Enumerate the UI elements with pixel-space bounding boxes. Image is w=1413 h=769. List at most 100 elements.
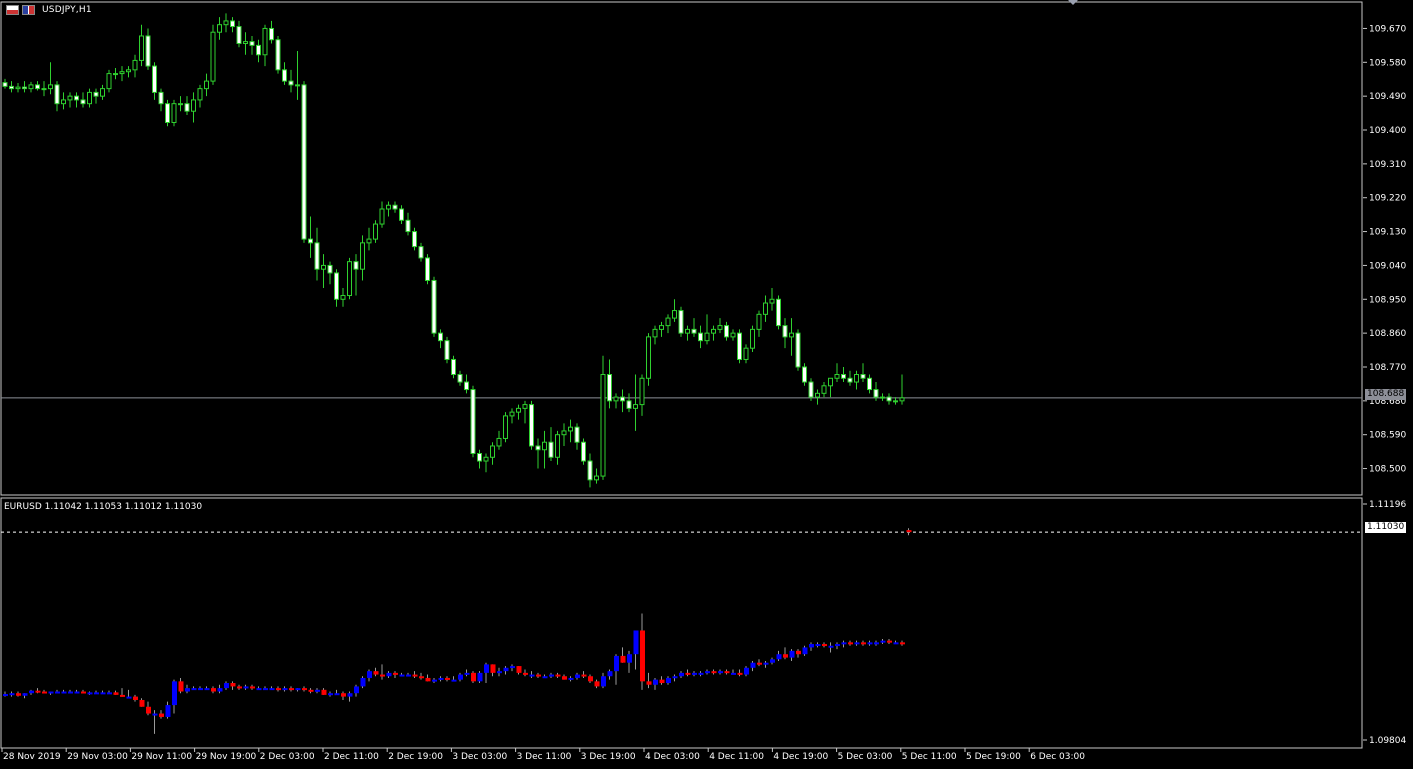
candle-body bbox=[334, 693, 340, 696]
candle-body bbox=[542, 441, 547, 451]
candle-body bbox=[899, 397, 905, 402]
sub-chart-title: EURUSD 1.11042 1.11053 1.11012 1.11030 bbox=[4, 502, 203, 512]
candle-body bbox=[22, 86, 27, 90]
candle-body bbox=[217, 24, 222, 33]
candle-body bbox=[425, 257, 430, 281]
candle-body bbox=[347, 261, 352, 297]
candle-body bbox=[614, 655, 619, 672]
candle-body bbox=[750, 662, 756, 668]
candle-body bbox=[15, 86, 21, 90]
sub-bid-price-tag: 1.11030 bbox=[1365, 522, 1407, 533]
chart-canvas[interactable]: 109.670 109.580 109.490 109.400 109.310 109.2… bbox=[0, 0, 1413, 765]
candle-body bbox=[41, 88, 47, 91]
candle-body bbox=[808, 381, 814, 398]
candle-body bbox=[782, 325, 788, 338]
candle-body bbox=[821, 385, 827, 394]
candle-body bbox=[178, 681, 184, 692]
candle-body bbox=[822, 644, 827, 647]
candle-body bbox=[380, 674, 385, 677]
candle-body bbox=[341, 693, 346, 697]
candle-body bbox=[834, 374, 840, 379]
candle-body bbox=[28, 84, 34, 90]
candle-body bbox=[516, 407, 521, 413]
candle-body bbox=[55, 691, 60, 694]
y-tick-label: 108.500 bbox=[1369, 465, 1406, 475]
y-tick-label: 109.490 bbox=[1369, 92, 1406, 102]
trading-chart[interactable]: 109.670 109.580 109.490 109.400 109.310 109.2… bbox=[0, 0, 1413, 765]
candle-body bbox=[412, 674, 418, 677]
candle-body bbox=[457, 374, 463, 383]
candle-body bbox=[601, 676, 606, 687]
y-tick-label: 109.400 bbox=[1369, 126, 1406, 136]
y-tick-label: 109.220 bbox=[1369, 194, 1406, 204]
candle-body bbox=[282, 688, 288, 691]
candle-body bbox=[243, 41, 248, 44]
candle-body bbox=[718, 671, 723, 674]
x-tick-label: 5 Dec 03:00 bbox=[838, 752, 893, 762]
y-tick-label: 1.09804 bbox=[1369, 736, 1406, 746]
x-tick-label: 4 Dec 11:00 bbox=[709, 752, 764, 762]
candle-body bbox=[731, 672, 736, 675]
candle-body bbox=[204, 688, 210, 691]
candle-body bbox=[640, 630, 645, 682]
candle-body bbox=[769, 298, 775, 304]
candle-body bbox=[672, 310, 677, 319]
candle-body bbox=[191, 688, 197, 691]
candle-body bbox=[776, 654, 782, 660]
candle-body bbox=[717, 325, 723, 330]
candle-body bbox=[561, 430, 567, 436]
x-tick-label: 4 Dec 03:00 bbox=[645, 752, 700, 762]
candle-body bbox=[146, 706, 151, 714]
candle-body bbox=[860, 374, 866, 379]
x-tick-label: 5 Dec 19:00 bbox=[966, 752, 1021, 762]
candle-body bbox=[94, 692, 99, 695]
candle-body bbox=[445, 677, 450, 680]
candle-body bbox=[366, 238, 372, 244]
candle-body bbox=[523, 672, 528, 675]
candle-body bbox=[308, 238, 313, 244]
candle-body bbox=[120, 694, 125, 697]
candle-body bbox=[535, 445, 541, 451]
sub-panel-frame bbox=[0, 497, 1363, 749]
candle-body bbox=[757, 662, 762, 665]
candle-body bbox=[74, 95, 79, 101]
shift-marker-icon[interactable] bbox=[1068, 0, 1078, 5]
candle-body bbox=[360, 677, 366, 687]
candle-body bbox=[405, 219, 411, 233]
main-chart-title: USDJPY,H1 bbox=[42, 5, 92, 15]
candle-body bbox=[711, 328, 716, 334]
candle-body bbox=[230, 20, 235, 28]
candle-body bbox=[152, 713, 158, 716]
candle-body bbox=[289, 688, 294, 691]
candle-body bbox=[386, 672, 392, 677]
candle-body bbox=[477, 453, 482, 462]
candle-body bbox=[230, 683, 236, 687]
candle-body bbox=[321, 264, 326, 270]
candle-body bbox=[354, 686, 359, 694]
candle-body bbox=[393, 672, 398, 675]
candle-body bbox=[418, 246, 424, 259]
candle-body bbox=[639, 377, 645, 406]
candle-body bbox=[698, 332, 703, 342]
candle-body bbox=[308, 689, 314, 692]
candle-body bbox=[471, 672, 476, 682]
candle-body bbox=[107, 692, 112, 695]
candle-body bbox=[886, 396, 892, 402]
candle-body bbox=[451, 358, 456, 376]
candle-body bbox=[783, 654, 788, 658]
candle-body bbox=[87, 91, 92, 105]
x-tick-label: 29 Nov 19:00 bbox=[196, 752, 257, 762]
candle-body bbox=[139, 35, 144, 61]
candle-body bbox=[444, 340, 450, 360]
candle-body bbox=[48, 691, 54, 694]
candle-body bbox=[802, 366, 807, 383]
candle-body bbox=[87, 692, 93, 695]
main-bid-price-tag: 108.688 bbox=[1365, 389, 1407, 400]
candle-body bbox=[35, 690, 41, 693]
candle-body bbox=[458, 674, 463, 680]
candle-body bbox=[48, 84, 53, 90]
candle-body bbox=[893, 642, 899, 645]
candle-body bbox=[672, 676, 678, 679]
candle-body bbox=[431, 279, 437, 334]
candle-body bbox=[874, 642, 879, 645]
